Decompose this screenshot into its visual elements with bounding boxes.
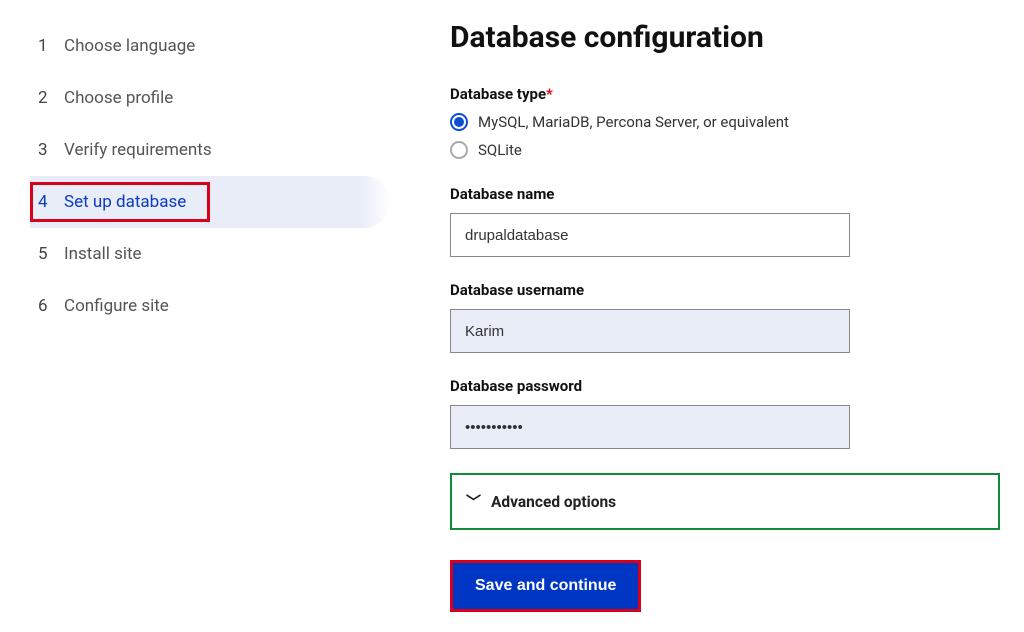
step-verify-requirements: 3 Verify requirements <box>30 124 390 176</box>
database-password-label: Database password <box>450 377 1010 395</box>
database-password-input[interactable] <box>450 405 850 449</box>
step-choose-profile: 2 Choose profile <box>30 72 390 124</box>
step-label: Configure site <box>64 296 169 316</box>
database-username-input[interactable] <box>450 309 850 353</box>
database-username-field: Database username <box>450 281 1010 353</box>
step-setup-database: 4 Set up database <box>30 176 390 228</box>
step-number: 1 <box>38 36 52 56</box>
database-name-label: Database name <box>450 185 1010 203</box>
step-number: 4 <box>38 192 52 212</box>
step-install-site: 5 Install site <box>30 228 390 280</box>
install-steps-sidebar: 1 Choose language 2 Choose profile 3 Ver… <box>0 20 390 612</box>
step-label: Choose profile <box>64 88 173 108</box>
step-number: 5 <box>38 244 52 264</box>
radio-selected-icon <box>450 113 468 131</box>
radio-label: SQLite <box>478 141 522 159</box>
radio-sqlite[interactable]: SQLite <box>450 141 1010 159</box>
required-marker: * <box>546 85 553 103</box>
advanced-options-label: Advanced options <box>491 493 616 511</box>
step-number: 2 <box>38 88 52 108</box>
step-label: Install site <box>64 244 142 264</box>
database-password-field: Database password <box>450 377 1010 449</box>
chevron-down-icon: ﹀ <box>466 491 481 512</box>
step-number: 6 <box>38 296 52 316</box>
step-label: Verify requirements <box>64 140 212 160</box>
database-name-field: Database name <box>450 185 1010 257</box>
radio-mysql[interactable]: MySQL, MariaDB, Percona Server, or equiv… <box>450 113 1010 131</box>
step-number: 3 <box>38 140 52 160</box>
step-configure-site: 6 Configure site <box>30 280 390 332</box>
database-name-input[interactable] <box>450 213 850 257</box>
page-title: Database configuration <box>450 20 1010 55</box>
database-type-label: Database type* <box>450 85 1010 103</box>
database-type-field: Database type* MySQL, MariaDB, Percona S… <box>450 85 1010 159</box>
radio-unselected-icon <box>450 141 468 159</box>
step-label: Set up database <box>64 192 186 212</box>
main-form: Database configuration Database type* My… <box>450 20 1010 612</box>
step-label: Choose language <box>64 36 195 56</box>
database-type-radio-group: MySQL, MariaDB, Percona Server, or equiv… <box>450 113 1010 159</box>
database-username-label: Database username <box>450 281 1010 299</box>
save-and-continue-button[interactable]: Save and continue <box>450 560 641 612</box>
step-choose-language: 1 Choose language <box>30 20 390 72</box>
radio-label: MySQL, MariaDB, Percona Server, or equiv… <box>478 113 789 131</box>
advanced-options-toggle[interactable]: ﹀ Advanced options <box>450 473 1000 530</box>
